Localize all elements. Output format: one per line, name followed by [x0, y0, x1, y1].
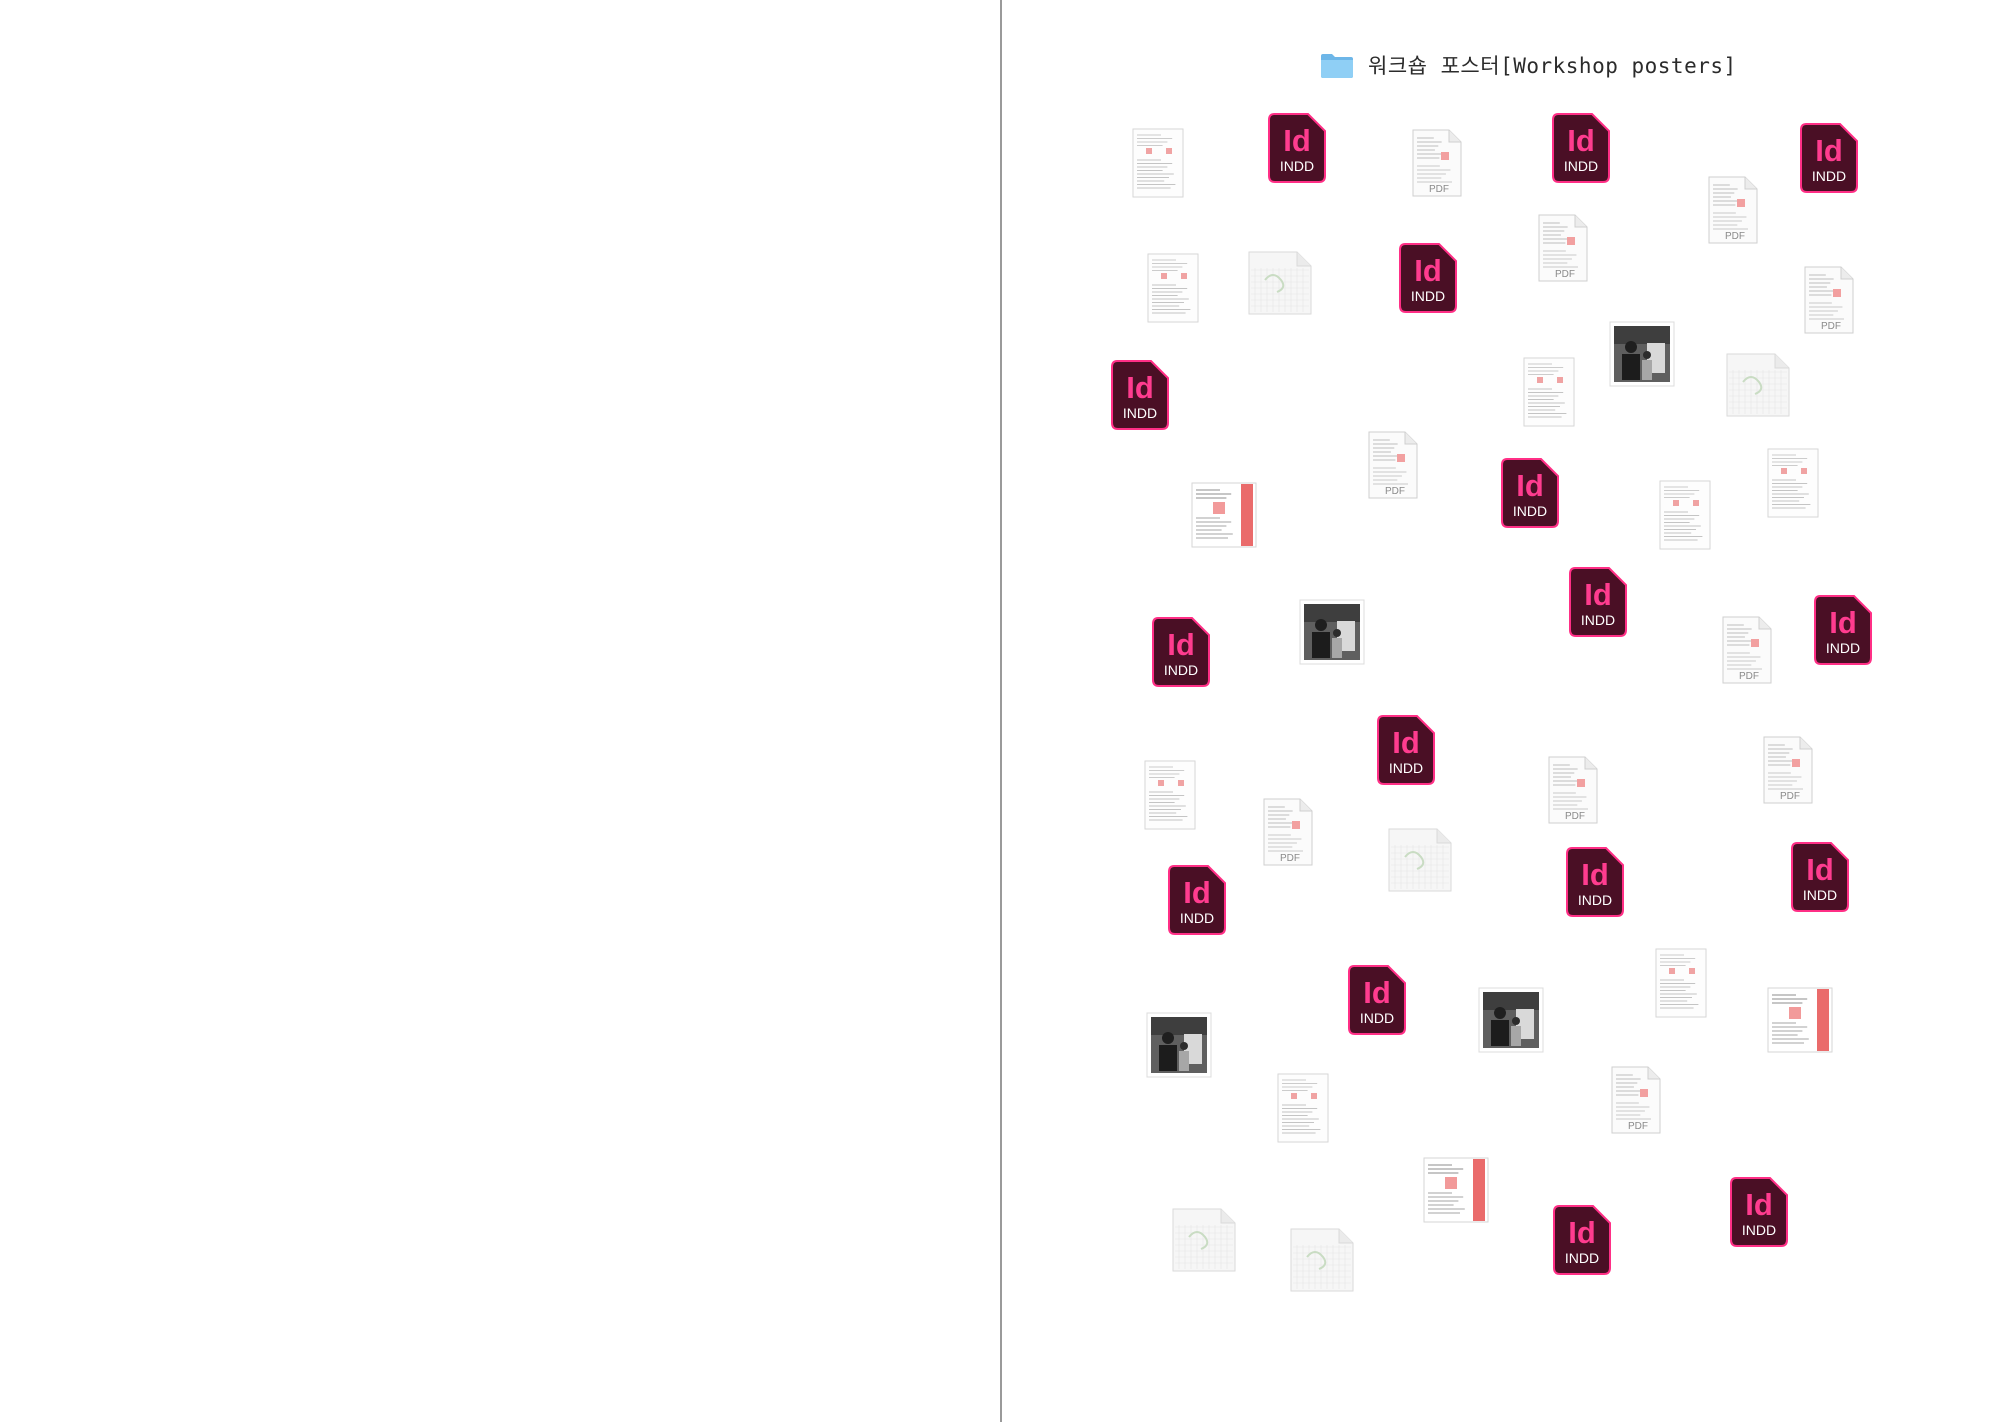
indesign-file-icon[interactable]: Id INDD [1814, 595, 1872, 665]
file-extension-label: PDF [1429, 184, 1449, 195]
file-extension-label: INDD [1742, 1222, 1776, 1238]
indesign-app-label: Id [1806, 852, 1834, 887]
folder-icon [1321, 54, 1353, 78]
file-extension-label: INDD [1164, 662, 1198, 678]
indesign-app-label: Id [1392, 725, 1420, 760]
file-extension-label: INDD [1826, 640, 1860, 656]
file-extension-label: INDD [1565, 1250, 1599, 1266]
blank-file-icon[interactable] [1387, 827, 1453, 893]
document-thumbnail-icon[interactable] [1659, 480, 1711, 550]
indesign-file-icon[interactable]: Id INDD [1553, 1205, 1611, 1275]
file-extension-label: INDD [1360, 1010, 1394, 1026]
document-thumbnail-icon[interactable] [1767, 448, 1819, 518]
file-extension-label: INDD [1803, 887, 1837, 903]
pdf-file-icon[interactable]: PDF [1411, 128, 1463, 198]
indesign-file-icon[interactable]: Id INDD [1569, 567, 1627, 637]
indesign-app-label: Id [1584, 577, 1612, 612]
file-extension-label: PDF [1280, 853, 1300, 864]
indesign-app-label: Id [1567, 123, 1595, 158]
page-divider [1000, 0, 1002, 1422]
indesign-app-label: Id [1283, 123, 1311, 158]
pdf-file-icon[interactable]: PDF [1762, 735, 1814, 805]
document-thumbnail-icon[interactable] [1132, 128, 1184, 198]
photo-thumbnail-icon[interactable] [1609, 321, 1675, 387]
file-extension-label: PDF [1628, 1121, 1648, 1132]
indesign-app-label: Id [1126, 370, 1154, 405]
folder-title: 워크숍 포스터[Workshop posters] [1368, 54, 1737, 78]
file-extension-label: INDD [1180, 910, 1214, 926]
blank-file-icon[interactable] [1247, 250, 1313, 316]
pdf-file-icon[interactable]: PDF [1537, 213, 1589, 283]
indesign-app-label: Id [1183, 875, 1211, 910]
indesign-file-icon[interactable]: Id INDD [1168, 865, 1226, 935]
file-extension-label: INDD [1123, 405, 1157, 421]
blank-file-icon[interactable] [1289, 1227, 1355, 1293]
indesign-app-label: Id [1829, 605, 1857, 640]
indesign-file-icon[interactable]: Id INDD [1111, 360, 1169, 430]
file-extension-label: PDF [1555, 269, 1575, 280]
pdf-file-icon[interactable]: PDF [1721, 615, 1773, 685]
indesign-file-icon[interactable]: Id INDD [1566, 847, 1624, 917]
indesign-file-icon[interactable]: Id INDD [1791, 842, 1849, 912]
indesign-file-icon[interactable]: Id INDD [1268, 113, 1326, 183]
file-extension-label: INDD [1513, 503, 1547, 519]
indesign-file-icon[interactable]: Id INDD [1399, 243, 1457, 313]
file-extension-label: PDF [1821, 321, 1841, 332]
indesign-app-label: Id [1516, 468, 1544, 503]
indesign-app-label: Id [1815, 133, 1843, 168]
blank-file-icon[interactable] [1725, 352, 1791, 418]
pdf-file-icon[interactable]: PDF [1367, 430, 1419, 500]
indesign-app-label: Id [1745, 1187, 1773, 1222]
file-extension-label: PDF [1385, 486, 1405, 497]
document-thumbnail-icon[interactable] [1655, 948, 1707, 1018]
file-extension-label: INDD [1812, 168, 1846, 184]
indesign-file-icon[interactable]: Id INDD [1501, 458, 1559, 528]
indesign-file-icon[interactable]: Id INDD [1152, 617, 1210, 687]
indesign-app-label: Id [1414, 253, 1442, 288]
red-document-thumbnail-icon[interactable] [1423, 1157, 1489, 1223]
indesign-app-label: Id [1568, 1215, 1596, 1250]
pdf-file-icon[interactable]: PDF [1803, 265, 1855, 335]
pdf-file-icon[interactable]: PDF [1262, 797, 1314, 867]
photo-thumbnail-icon[interactable] [1478, 987, 1544, 1053]
folder-header: 워크숍 포스터[Workshop posters] [1320, 48, 1737, 82]
file-extension-label: INDD [1411, 288, 1445, 304]
pdf-file-icon[interactable]: PDF [1707, 175, 1759, 245]
document-thumbnail-icon[interactable] [1523, 357, 1575, 427]
indesign-app-label: Id [1581, 857, 1609, 892]
document-thumbnail-icon[interactable] [1147, 253, 1199, 323]
indesign-file-icon[interactable]: Id INDD [1377, 715, 1435, 785]
file-extension-label: PDF [1739, 671, 1759, 682]
blank-file-icon[interactable] [1171, 1207, 1237, 1273]
document-thumbnail-icon[interactable] [1277, 1073, 1329, 1143]
file-extension-label: PDF [1725, 231, 1745, 242]
file-extension-label: PDF [1780, 791, 1800, 802]
file-extension-label: INDD [1581, 612, 1615, 628]
red-document-thumbnail-icon[interactable] [1191, 482, 1257, 548]
indesign-file-icon[interactable]: Id INDD [1800, 123, 1858, 193]
indesign-file-icon[interactable]: Id INDD [1552, 113, 1610, 183]
file-extension-label: PDF [1565, 811, 1585, 822]
red-document-thumbnail-icon[interactable] [1767, 987, 1833, 1053]
indesign-app-label: Id [1363, 975, 1391, 1010]
file-extension-label: INDD [1578, 892, 1612, 908]
indesign-file-icon[interactable]: Id INDD [1348, 965, 1406, 1035]
file-extension-label: INDD [1280, 158, 1314, 174]
photo-thumbnail-icon[interactable] [1146, 1012, 1212, 1078]
pdf-file-icon[interactable]: PDF [1547, 755, 1599, 825]
photo-thumbnail-icon[interactable] [1299, 599, 1365, 665]
indesign-file-icon[interactable]: Id INDD [1730, 1177, 1788, 1247]
file-extension-label: INDD [1564, 158, 1598, 174]
document-thumbnail-icon[interactable] [1144, 760, 1196, 830]
file-extension-label: INDD [1389, 760, 1423, 776]
indesign-app-label: Id [1167, 627, 1195, 662]
pdf-file-icon[interactable]: PDF [1610, 1065, 1662, 1135]
